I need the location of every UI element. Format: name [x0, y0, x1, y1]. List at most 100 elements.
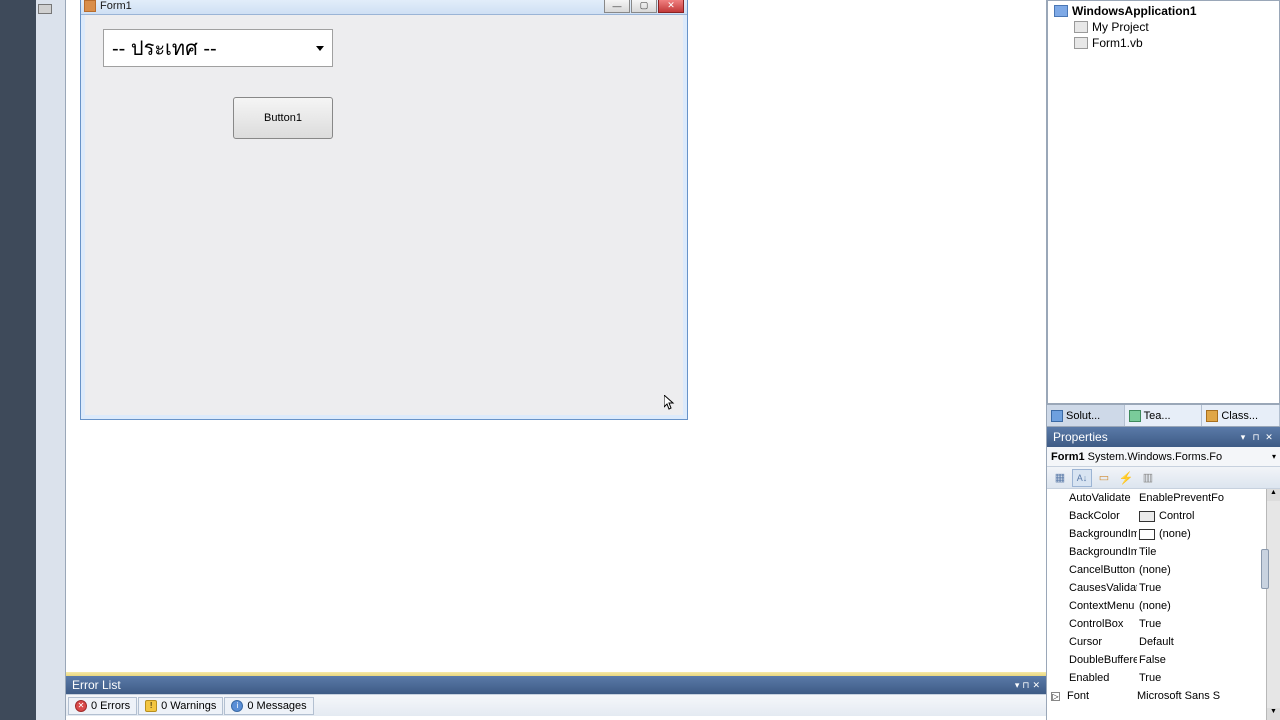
- property-value-text: Microsoft Sans S: [1137, 690, 1220, 702]
- property-value[interactable]: True: [1137, 672, 1280, 684]
- property-row[interactable]: ▷FontMicrosoft Sans S: [1047, 687, 1280, 705]
- maximize-button[interactable]: ▢: [631, 0, 657, 13]
- right-panel-column: WindowsApplication1 My Project Form1.vb …: [1046, 0, 1280, 720]
- property-row[interactable]: ControlBoxTrue: [1047, 615, 1280, 633]
- color-swatch-icon: [1139, 529, 1155, 540]
- property-value-text: True: [1139, 672, 1161, 684]
- property-row[interactable]: CausesValidatTrue: [1047, 579, 1280, 597]
- form1-vb-node[interactable]: Form1.vb: [1054, 35, 1273, 51]
- scrollbar-thumb[interactable]: [1261, 549, 1269, 589]
- events-button[interactable]: [1116, 469, 1136, 487]
- dropdown-icon[interactable]: ▾: [1238, 432, 1248, 442]
- button1-label: Button1: [264, 112, 302, 124]
- property-row[interactable]: EnabledTrue: [1047, 669, 1280, 687]
- property-value[interactable]: True: [1137, 618, 1280, 630]
- errors-filter[interactable]: 0 Errors: [68, 697, 137, 715]
- designer-surface[interactable]: Form1 — ▢ ✕ -- ประเทศ -- Button1: [66, 0, 1036, 660]
- messages-filter[interactable]: 0 Messages: [224, 697, 313, 715]
- categorized-button[interactable]: [1050, 469, 1070, 487]
- alphabetical-button[interactable]: [1072, 469, 1092, 487]
- property-value[interactable]: EnablePreventFo: [1137, 492, 1280, 504]
- form1-titlebar[interactable]: Form1 — ▢ ✕: [81, 0, 687, 15]
- property-row[interactable]: BackgroundIm (none): [1047, 525, 1280, 543]
- folder-icon: [1074, 21, 1088, 33]
- property-row[interactable]: ContextMenu(none): [1047, 597, 1280, 615]
- property-value-text: (none): [1139, 564, 1171, 576]
- project-icon: [1054, 5, 1068, 17]
- property-row[interactable]: DoubleBuffereFalse: [1047, 651, 1280, 669]
- tab-team-label: Tea...: [1144, 410, 1171, 422]
- property-value[interactable]: (none): [1137, 564, 1280, 576]
- pin-icon[interactable]: ⊓: [1251, 432, 1261, 442]
- properties-scrollbar[interactable]: [1266, 489, 1280, 720]
- property-name: BackgroundIm: [1047, 528, 1137, 540]
- solution-explorer-icon: [1051, 410, 1063, 422]
- properties-grid[interactable]: AutoValidateEnablePreventFoBackColorCont…: [1047, 489, 1280, 720]
- solution-explorer-panel[interactable]: WindowsApplication1 My Project Form1.vb: [1047, 0, 1280, 404]
- property-value-text: Tile: [1139, 546, 1156, 558]
- property-name: Font: [1047, 690, 1135, 702]
- error-list-title-bar[interactable]: Error List ▾ ⊓ ✕: [66, 676, 1046, 694]
- properties-toolbar: [1047, 467, 1280, 489]
- property-value[interactable]: False: [1137, 654, 1280, 666]
- property-value-text: (none): [1139, 600, 1171, 612]
- property-value-text: EnablePreventFo: [1139, 492, 1224, 504]
- country-combobox[interactable]: -- ประเทศ --: [103, 29, 333, 67]
- toolbox-glyph[interactable]: [38, 4, 52, 14]
- property-value[interactable]: (none): [1137, 600, 1280, 612]
- class-view-icon: [1206, 410, 1218, 422]
- toolbox-collapsed-strip[interactable]: [36, 0, 66, 720]
- property-value-text: (none): [1159, 528, 1191, 540]
- error-list-panel: Error List ▾ ⊓ ✕ 0 Errors 0 Warnings 0 M…: [66, 672, 1046, 718]
- property-value[interactable]: Microsoft Sans S: [1135, 690, 1280, 702]
- warnings-filter[interactable]: 0 Warnings: [138, 697, 223, 715]
- error-list-filter-tabs: 0 Errors 0 Warnings 0 Messages: [66, 694, 1046, 716]
- tab-solution-label: Solut...: [1066, 410, 1100, 422]
- property-value[interactable]: (none): [1137, 528, 1280, 540]
- property-pages-button[interactable]: [1138, 469, 1158, 487]
- tab-team-explorer[interactable]: Tea...: [1125, 405, 1203, 426]
- property-value-text: Default: [1139, 636, 1174, 648]
- close-icon[interactable]: ✕: [1032, 680, 1040, 691]
- solution-tree[interactable]: WindowsApplication1 My Project Form1.vb: [1048, 1, 1279, 53]
- property-row[interactable]: CursorDefault: [1047, 633, 1280, 651]
- outer-left-strip: [0, 0, 36, 720]
- form-client-area[interactable]: -- ประเทศ -- Button1: [81, 15, 687, 419]
- property-value[interactable]: Tile: [1137, 546, 1280, 558]
- properties-button[interactable]: [1094, 469, 1114, 487]
- error-icon: [75, 700, 87, 712]
- object-name: Form1: [1051, 451, 1085, 463]
- form1-window[interactable]: Form1 — ▢ ✕ -- ประเทศ -- Button1: [80, 0, 688, 420]
- property-row[interactable]: AutoValidateEnablePreventFo: [1047, 489, 1280, 507]
- team-explorer-icon: [1129, 410, 1141, 422]
- pin-icon[interactable]: ⊓: [1022, 680, 1029, 691]
- property-name: BackgroundIm: [1047, 546, 1137, 558]
- project-node[interactable]: WindowsApplication1: [1054, 3, 1273, 19]
- property-value[interactable]: Control: [1137, 510, 1280, 522]
- button1[interactable]: Button1: [233, 97, 333, 139]
- project-name: WindowsApplication1: [1072, 4, 1197, 18]
- property-row[interactable]: BackgroundImTile: [1047, 543, 1280, 561]
- close-icon[interactable]: ✕: [1264, 432, 1274, 442]
- properties-title-bar[interactable]: Properties ▾ ⊓ ✕: [1047, 427, 1280, 447]
- property-value-text: False: [1139, 654, 1166, 666]
- form1-vb-label: Form1.vb: [1092, 36, 1143, 50]
- property-name: Enabled: [1047, 672, 1137, 684]
- close-button[interactable]: ✕: [658, 0, 684, 13]
- property-value-text: True: [1139, 582, 1161, 594]
- tab-solution-explorer[interactable]: Solut...: [1047, 405, 1125, 426]
- property-value[interactable]: Default: [1137, 636, 1280, 648]
- property-value[interactable]: True: [1137, 582, 1280, 594]
- my-project-label: My Project: [1092, 20, 1149, 34]
- tab-class-view[interactable]: Class...: [1202, 405, 1280, 426]
- property-row[interactable]: CancelButton(none): [1047, 561, 1280, 579]
- my-project-node[interactable]: My Project: [1054, 19, 1273, 35]
- property-name: AutoValidate: [1047, 492, 1137, 504]
- dropdown-icon[interactable]: ▾: [1015, 680, 1020, 691]
- property-row[interactable]: BackColorControl: [1047, 507, 1280, 525]
- properties-object-selector[interactable]: Form1 System.Windows.Forms.Fo ▾: [1047, 447, 1280, 467]
- property-name: Cursor: [1047, 636, 1137, 648]
- right-panel-tabs: Solut... Tea... Class...: [1047, 404, 1280, 426]
- minimize-button[interactable]: —: [604, 0, 630, 13]
- properties-title-text: Properties: [1053, 430, 1108, 444]
